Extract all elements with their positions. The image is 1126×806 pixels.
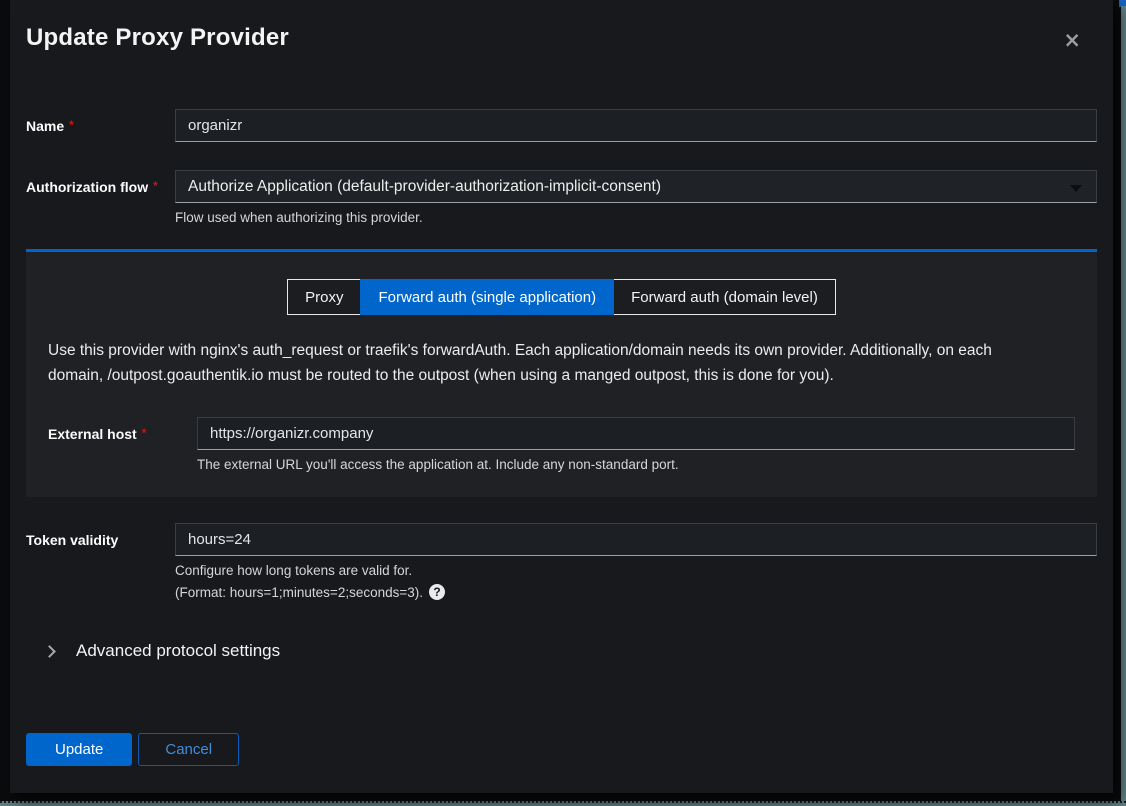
name-input[interactable] bbox=[175, 109, 1097, 142]
required-asterisk: * bbox=[153, 179, 158, 193]
token-validity-format-text: (Format: hours=1;minutes=2;seconds=3). bbox=[175, 585, 423, 600]
proxy-mode-card: Proxy Forward auth (single application) … bbox=[26, 249, 1097, 497]
external-host-label: External host * bbox=[48, 417, 197, 442]
forward-auth-description: Use this provider with nginx's auth_requ… bbox=[48, 338, 1075, 388]
external-host-help: The external URL you'll access the appli… bbox=[197, 457, 1075, 472]
modal-title: Update Proxy Provider bbox=[26, 24, 1097, 52]
update-proxy-provider-modal: Update Proxy Provider × Name * Authorizat… bbox=[10, 0, 1113, 793]
authorization-flow-field-wrap: Authorize Application (default-provider-… bbox=[175, 170, 1097, 225]
chevron-down-icon bbox=[1070, 185, 1082, 192]
authorization-flow-select[interactable]: Authorize Application (default-provider-… bbox=[175, 170, 1097, 203]
name-label-text: Name bbox=[26, 118, 64, 134]
required-asterisk: * bbox=[69, 118, 74, 132]
name-field-wrap bbox=[175, 109, 1097, 142]
external-host-row: External host * The external URL you'll a… bbox=[48, 417, 1075, 472]
external-host-label-text: External host bbox=[48, 426, 137, 442]
advanced-protocol-settings-label: Advanced protocol settings bbox=[76, 641, 280, 661]
authorization-flow-row: Authorization flow * Authorize Applicatio… bbox=[26, 170, 1097, 225]
authorization-flow-label-text: Authorization flow bbox=[26, 179, 148, 195]
cancel-button[interactable]: Cancel bbox=[138, 733, 239, 766]
modal-header: Update Proxy Provider × bbox=[26, 24, 1097, 56]
external-host-input[interactable] bbox=[197, 417, 1075, 450]
proxy-mode-tab-bar: Proxy Forward auth (single application) … bbox=[48, 279, 1075, 315]
token-validity-help-line2: (Format: hours=1;minutes=2;seconds=3). ? bbox=[175, 584, 1097, 600]
page-edge-right bbox=[1121, 6, 1126, 806]
update-button[interactable]: Update bbox=[26, 733, 132, 766]
tab-proxy[interactable]: Proxy bbox=[287, 279, 361, 315]
page-edge-bottom bbox=[0, 801, 1126, 806]
external-host-field-wrap: The external URL you'll access the appli… bbox=[197, 417, 1075, 472]
token-validity-field-wrap: Configure how long tokens are valid for.… bbox=[175, 523, 1097, 600]
token-validity-input[interactable] bbox=[175, 523, 1097, 556]
token-validity-label: Token validity bbox=[26, 523, 175, 548]
authorization-flow-label: Authorization flow * bbox=[26, 170, 175, 195]
authorization-flow-selected-value: Authorize Application (default-provider-… bbox=[188, 178, 661, 196]
advanced-protocol-settings-toggle[interactable]: Advanced protocol settings bbox=[26, 641, 1097, 661]
required-asterisk: * bbox=[142, 426, 147, 440]
name-label: Name * bbox=[26, 109, 175, 134]
name-row: Name * bbox=[26, 109, 1097, 142]
close-icon[interactable]: × bbox=[1063, 30, 1081, 51]
tab-forward-auth-single-application[interactable]: Forward auth (single application) bbox=[360, 279, 614, 315]
chevron-right-icon bbox=[43, 645, 56, 658]
token-validity-label-text: Token validity bbox=[26, 532, 118, 548]
token-validity-row: Token validity Configure how long tokens… bbox=[26, 523, 1097, 600]
token-validity-help-line1: Configure how long tokens are valid for. bbox=[175, 563, 1097, 578]
tab-forward-auth-domain-level[interactable]: Forward auth (domain level) bbox=[613, 279, 836, 315]
modal-footer: Update Cancel bbox=[26, 733, 1097, 766]
help-question-icon[interactable]: ? bbox=[429, 584, 445, 600]
authorization-flow-help: Flow used when authorizing this provider… bbox=[175, 210, 1097, 225]
